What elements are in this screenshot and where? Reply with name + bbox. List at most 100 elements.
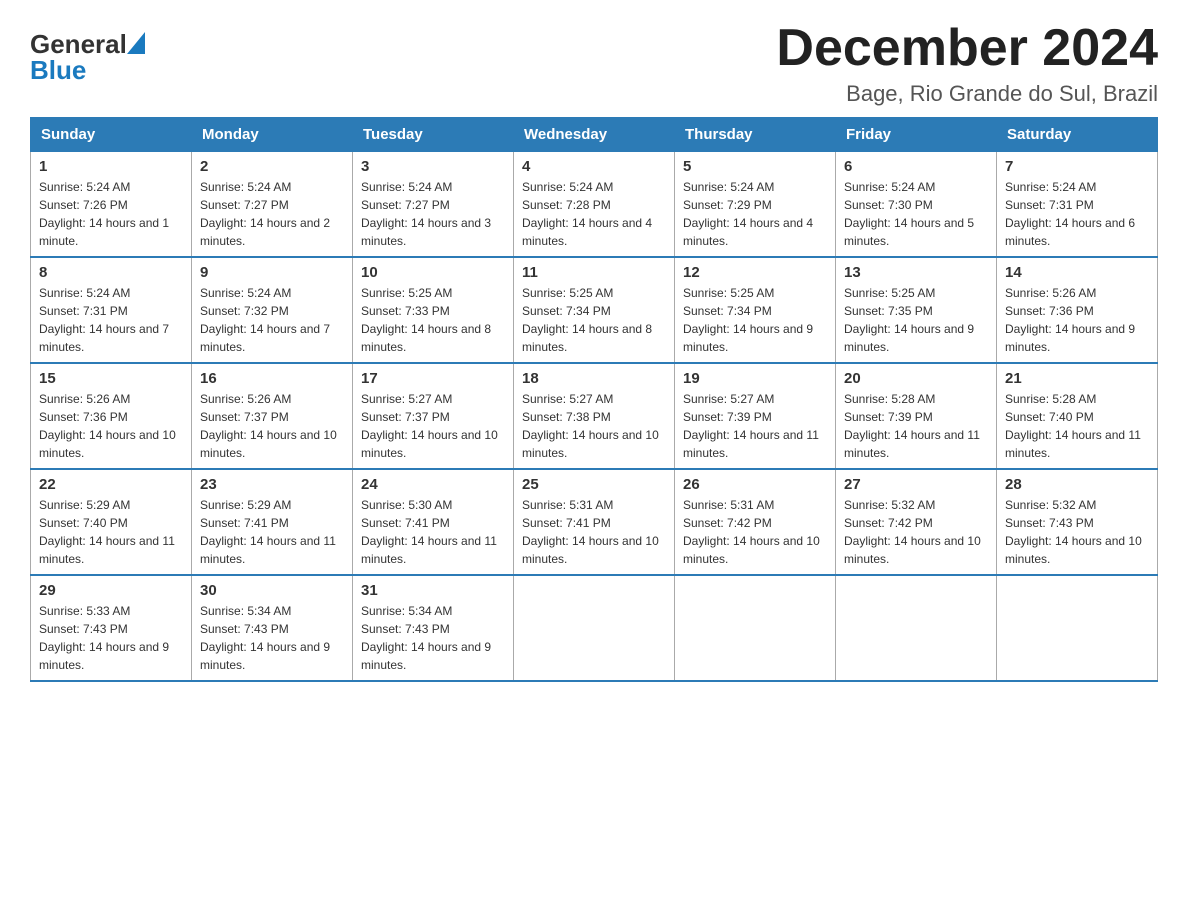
calendar-table: SundayMondayTuesdayWednesdayThursdayFrid… [30,117,1158,682]
day-info: Sunrise: 5:27 AMSunset: 7:39 PMDaylight:… [683,390,827,462]
calendar-cell: 30 Sunrise: 5:34 AMSunset: 7:43 PMDayligh… [192,575,353,681]
logo: General Blue [30,30,145,84]
day-info: Sunrise: 5:24 AMSunset: 7:29 PMDaylight:… [683,178,827,250]
day-header-monday: Monday [192,118,353,152]
calendar-cell [836,575,997,681]
calendar-cell: 13 Sunrise: 5:25 AMSunset: 7:35 PMDayligh… [836,257,997,363]
day-header-sunday: Sunday [31,118,192,152]
day-number: 18 [522,370,666,387]
day-info: Sunrise: 5:27 AMSunset: 7:38 PMDaylight:… [522,390,666,462]
day-info: Sunrise: 5:32 AMSunset: 7:42 PMDaylight:… [844,496,988,568]
week-row-1: 1 Sunrise: 5:24 AMSunset: 7:26 PMDaylight… [31,152,1158,258]
day-number: 27 [844,476,988,493]
calendar-cell: 10Sunrise: 5:25 AMSunset: 7:33 PMDayligh… [353,257,514,363]
day-info: Sunrise: 5:32 AMSunset: 7:43 PMDaylight:… [1005,496,1149,568]
day-header-saturday: Saturday [997,118,1158,152]
day-number: 5 [683,158,827,175]
calendar-cell: 25 Sunrise: 5:31 AMSunset: 7:41 PMDayligh… [514,469,675,575]
day-number: 15 [39,370,183,387]
calendar-cell: 18 Sunrise: 5:27 AMSunset: 7:38 PMDayligh… [514,363,675,469]
week-row-2: 8 Sunrise: 5:24 AMSunset: 7:31 PMDaylight… [31,257,1158,363]
day-info: Sunrise: 5:34 AMSunset: 7:43 PMDaylight:… [361,602,505,674]
calendar-cell: 3Sunrise: 5:24 AMSunset: 7:27 PMDaylight… [353,152,514,258]
day-number: 20 [844,370,988,387]
day-header-thursday: Thursday [675,118,836,152]
calendar-cell: 31 Sunrise: 5:34 AMSunset: 7:43 PMDayligh… [353,575,514,681]
day-number: 4 [522,158,666,175]
title-section: December 2024 Bage, Rio Grande do Sul, B… [776,20,1158,107]
calendar-cell: 7 Sunrise: 5:24 AMSunset: 7:31 PMDaylight… [997,152,1158,258]
day-info: Sunrise: 5:26 AMSunset: 7:36 PMDaylight:… [1005,284,1149,356]
day-header-tuesday: Tuesday [353,118,514,152]
day-info: Sunrise: 5:24 AMSunset: 7:27 PMDaylight:… [200,178,344,250]
day-number: 24 [361,476,505,493]
day-info: Sunrise: 5:29 AMSunset: 7:41 PMDaylight:… [200,496,344,568]
day-number: 8 [39,264,183,281]
day-info: Sunrise: 5:25 AMSunset: 7:34 PMDaylight:… [683,284,827,356]
calendar-cell: 23 Sunrise: 5:29 AMSunset: 7:41 PMDayligh… [192,469,353,575]
day-number: 22 [39,476,183,493]
calendar-cell: 29 Sunrise: 5:33 AMSunset: 7:43 PMDayligh… [31,575,192,681]
logo-blue-text: Blue [30,55,86,85]
calendar-cell: 9Sunrise: 5:24 AMSunset: 7:32 PMDaylight… [192,257,353,363]
day-info: Sunrise: 5:30 AMSunset: 7:41 PMDaylight:… [361,496,505,568]
day-number: 21 [1005,370,1149,387]
day-info: Sunrise: 5:24 AMSunset: 7:27 PMDaylight:… [361,178,505,250]
day-number: 30 [200,582,344,599]
logo-triangle-icon [127,32,145,59]
calendar-cell: 14 Sunrise: 5:26 AMSunset: 7:36 PMDayligh… [997,257,1158,363]
calendar-cell: 5 Sunrise: 5:24 AMSunset: 7:29 PMDaylight… [675,152,836,258]
calendar-cell: 20 Sunrise: 5:28 AMSunset: 7:39 PMDayligh… [836,363,997,469]
day-info: Sunrise: 5:24 AMSunset: 7:26 PMDaylight:… [39,178,183,250]
day-number: 29 [39,582,183,599]
day-number: 9 [200,264,344,281]
calendar-cell: 28Sunrise: 5:32 AMSunset: 7:43 PMDayligh… [997,469,1158,575]
day-number: 10 [361,264,505,281]
day-info: Sunrise: 5:29 AMSunset: 7:40 PMDaylight:… [39,496,183,568]
day-info: Sunrise: 5:24 AMSunset: 7:28 PMDaylight:… [522,178,666,250]
logo-general-text: General [30,31,127,57]
calendar-cell: 11Sunrise: 5:25 AMSunset: 7:34 PMDayligh… [514,257,675,363]
day-number: 26 [683,476,827,493]
day-info: Sunrise: 5:24 AMSunset: 7:30 PMDaylight:… [844,178,988,250]
day-info: Sunrise: 5:24 AMSunset: 7:31 PMDaylight:… [39,284,183,356]
day-info: Sunrise: 5:34 AMSunset: 7:43 PMDaylight:… [200,602,344,674]
day-number: 23 [200,476,344,493]
calendar-cell: 21Sunrise: 5:28 AMSunset: 7:40 PMDayligh… [997,363,1158,469]
day-number: 13 [844,264,988,281]
calendar-cell [514,575,675,681]
calendar-cell: 12Sunrise: 5:25 AMSunset: 7:34 PMDayligh… [675,257,836,363]
day-info: Sunrise: 5:28 AMSunset: 7:39 PMDaylight:… [844,390,988,462]
week-row-3: 15Sunrise: 5:26 AMSunset: 7:36 PMDayligh… [31,363,1158,469]
calendar-cell [997,575,1158,681]
week-row-4: 22 Sunrise: 5:29 AMSunset: 7:40 PMDayligh… [31,469,1158,575]
calendar-cell: 17Sunrise: 5:27 AMSunset: 7:37 PMDayligh… [353,363,514,469]
day-info: Sunrise: 5:27 AMSunset: 7:37 PMDaylight:… [361,390,505,462]
day-info: Sunrise: 5:33 AMSunset: 7:43 PMDaylight:… [39,602,183,674]
header-row: SundayMondayTuesdayWednesdayThursdayFrid… [31,118,1158,152]
day-info: Sunrise: 5:25 AMSunset: 7:35 PMDaylight:… [844,284,988,356]
page-header: General Blue December 2024 Bage, Rio Gra… [30,20,1158,107]
day-number: 2 [200,158,344,175]
day-number: 25 [522,476,666,493]
calendar-cell [675,575,836,681]
day-info: Sunrise: 5:26 AMSunset: 7:37 PMDaylight:… [200,390,344,462]
calendar-cell: 19 Sunrise: 5:27 AMSunset: 7:39 PMDayligh… [675,363,836,469]
day-number: 1 [39,158,183,175]
calendar-cell: 16Sunrise: 5:26 AMSunset: 7:37 PMDayligh… [192,363,353,469]
day-info: Sunrise: 5:24 AMSunset: 7:31 PMDaylight:… [1005,178,1149,250]
day-number: 31 [361,582,505,599]
calendar-cell: 6 Sunrise: 5:24 AMSunset: 7:30 PMDaylight… [836,152,997,258]
day-number: 6 [844,158,988,175]
calendar-cell: 4 Sunrise: 5:24 AMSunset: 7:28 PMDaylight… [514,152,675,258]
day-number: 14 [1005,264,1149,281]
calendar-cell: 8 Sunrise: 5:24 AMSunset: 7:31 PMDaylight… [31,257,192,363]
day-info: Sunrise: 5:31 AMSunset: 7:41 PMDaylight:… [522,496,666,568]
calendar-cell: 22 Sunrise: 5:29 AMSunset: 7:40 PMDayligh… [31,469,192,575]
day-number: 19 [683,370,827,387]
calendar-title: December 2024 [776,20,1158,77]
day-number: 11 [522,264,666,281]
calendar-cell: 15Sunrise: 5:26 AMSunset: 7:36 PMDayligh… [31,363,192,469]
calendar-cell: 1 Sunrise: 5:24 AMSunset: 7:26 PMDaylight… [31,152,192,258]
day-number: 7 [1005,158,1149,175]
